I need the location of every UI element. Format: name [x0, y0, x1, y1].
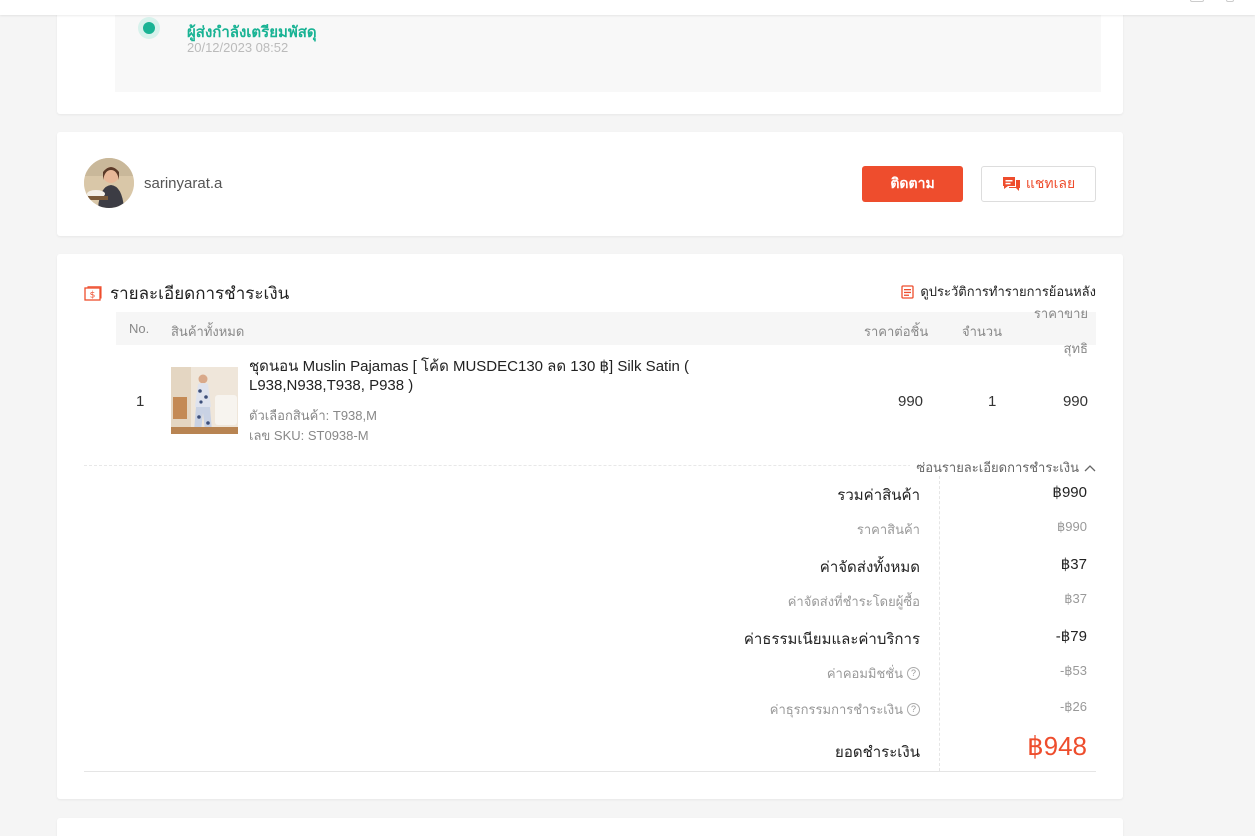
history-link-label: ดูประวัติการทำรายการย้อนหลัง	[920, 284, 1096, 299]
fees-value: -฿79	[1055, 628, 1087, 645]
shipping-total-value: ฿37	[1060, 556, 1087, 573]
next-card	[57, 818, 1123, 836]
product-image[interactable]	[171, 367, 238, 434]
product-sku: เลข SKU: ST0938-M	[249, 428, 369, 443]
product-variation: ตัวเลือกสินค้า: T938,M	[249, 408, 377, 423]
help-icon[interactable]: ?	[907, 703, 920, 716]
merch-total-label: รวมค่าสินค้า	[837, 487, 920, 504]
top-bar	[0, 0, 1255, 15]
payment-title: รายละเอียดการชำระเงิน	[110, 284, 290, 303]
chat-icon	[1002, 176, 1020, 191]
chevron-up-icon	[1084, 464, 1096, 471]
avatar[interactable]	[84, 158, 134, 208]
product-price-value: ฿990	[1057, 519, 1087, 534]
help-icon[interactable]: ?	[907, 667, 920, 680]
shipping-buyer-label: ค่าจัดส่งที่ชำระโดยผู้ซื้อ	[787, 594, 920, 609]
transaction-label: ค่าธุรกรรมการชำระเงิน	[769, 702, 903, 717]
buyer-card: sarinyarat.a ติดตาม แชทเลย	[57, 132, 1123, 236]
fees-label: ค่าธรรมเนียมและค่าบริการ	[743, 631, 920, 648]
svg-text:$: $	[90, 290, 96, 300]
col-product: สินค้าทั้งหมด	[171, 324, 245, 339]
status-dot-icon	[138, 17, 160, 39]
table-row: 1 ชุดนอน Muslin Pajamas [ โค้ด MUSDEC130…	[116, 349, 1096, 459]
shipping-total-label: ค่าจัดส่งทั้งหมด	[819, 559, 920, 576]
unit-price: 990	[898, 393, 924, 410]
buyer-username[interactable]: sarinyarat.a	[144, 175, 222, 192]
product-name[interactable]: ชุดนอน Muslin Pajamas [ โค้ด MUSDEC130 ล…	[249, 357, 694, 395]
chat-button-label: แชทเลย	[1025, 175, 1076, 191]
document-icon	[901, 284, 914, 299]
table-header: No. สินค้าทั้งหมด ราคาต่อชิ้น จำนวน ราคา…	[116, 306, 1096, 356]
commission-row-label: ค่าคอมมิชชั่น ?	[827, 663, 920, 684]
window-control-icon[interactable]	[1190, 0, 1204, 2]
commission-label: ค่าคอมมิชชั่น	[826, 666, 903, 681]
grand-total-label: ยอดชำระเงิน	[835, 744, 920, 761]
window-control-icon[interactable]	[1226, 0, 1234, 2]
merch-total-value: ฿990	[1052, 484, 1087, 501]
payment-icon: $	[84, 285, 102, 301]
payment-card: $ รายละเอียดการชำระเงิน ดูประวัติการทำรา…	[57, 254, 1123, 799]
col-unit-price: ราคาต่อชิ้น	[864, 324, 929, 339]
transaction-row-label: ค่าธุรกรรมการชำระเงิน ?	[770, 699, 920, 720]
transaction-history-link[interactable]: ดูประวัติการทำรายการย้อนหลัง	[901, 281, 1096, 302]
col-no: No.	[129, 321, 150, 336]
commission-value: -฿53	[1059, 663, 1087, 678]
tracking-card: ผู้ส่งกำลังเตรียมพัสดุ 20/12/2023 08:52	[57, 0, 1123, 114]
hide-payment-details-toggle[interactable]: ซ่อนรายละเอียดการชำระเงิน	[910, 457, 1096, 478]
row-number: 1	[136, 393, 145, 410]
col-net-line1: ราคาขาย	[1033, 306, 1088, 321]
payment-header: $ รายละเอียดการชำระเงิน	[84, 280, 289, 307]
shipping-buyer-value: ฿37	[1064, 591, 1087, 606]
bottom-divider	[84, 771, 1096, 772]
summary-divider	[939, 476, 940, 771]
quantity: 1	[988, 393, 997, 410]
col-qty: จำนวน	[962, 324, 1002, 339]
tracking-time: 20/12/2023 08:52	[187, 40, 289, 55]
transaction-value: -฿26	[1059, 699, 1087, 714]
grand-total-value: ฿948	[1027, 731, 1087, 761]
product-price-label: ราคาสินค้า	[856, 522, 920, 537]
toggle-label: ซ่อนรายละเอียดการชำระเงิน	[916, 460, 1079, 475]
follow-button[interactable]: ติดตาม	[862, 166, 963, 202]
chat-button[interactable]: แชทเลย	[981, 166, 1096, 202]
net-price: 990	[1062, 393, 1088, 410]
